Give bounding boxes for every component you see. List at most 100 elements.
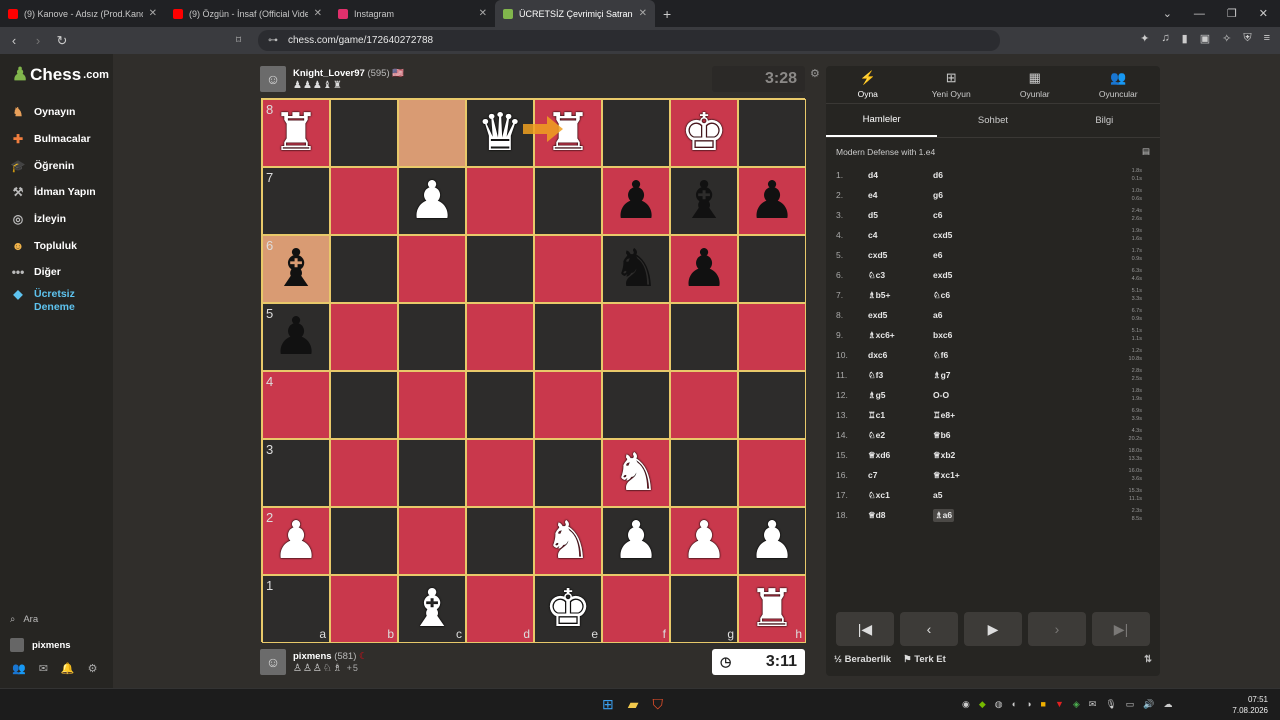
new-tab-button[interactable]: +	[655, 6, 679, 22]
board-square[interactable]: 4	[262, 371, 330, 439]
black-piece[interactable]: ♞	[613, 243, 660, 295]
notifications-icon[interactable]: 🔔	[61, 662, 75, 675]
last-move-button[interactable]: ▶|	[1092, 612, 1150, 646]
board-square[interactable]: ♟	[602, 507, 670, 575]
chess-logo[interactable]: ♟ Chess .com	[12, 64, 109, 85]
white-move[interactable]: e4	[868, 190, 933, 200]
board-square[interactable]: ♟	[398, 167, 466, 235]
white-piece[interactable]: ♞	[613, 447, 660, 499]
board-square[interactable]	[534, 235, 602, 303]
black-move[interactable]: a5	[933, 490, 993, 500]
close-tab-icon[interactable]: ✕	[639, 8, 647, 19]
white-piece[interactable]: ♜	[545, 107, 592, 159]
next-move-button[interactable]: ›	[1028, 612, 1086, 646]
board-square[interactable]	[398, 439, 466, 507]
board-square[interactable]: ♟	[670, 235, 738, 303]
white-piece[interactable]: ♜	[749, 583, 796, 635]
white-piece[interactable]: ♟	[273, 515, 320, 567]
white-piece[interactable]: ♟	[749, 515, 796, 567]
panel-tab[interactable]: 👥 Oyuncular	[1077, 66, 1161, 103]
white-piece[interactable]: ♚	[681, 107, 728, 159]
black-move[interactable]: a6	[933, 310, 993, 320]
board-square[interactable]: ♟	[602, 167, 670, 235]
white-move[interactable]: d5	[868, 210, 933, 220]
white-move[interactable]: c7	[868, 470, 933, 480]
black-move[interactable]: exd5	[933, 270, 993, 280]
ai-icon[interactable]: ✧	[1222, 32, 1231, 45]
board-square[interactable]	[670, 303, 738, 371]
board-square[interactable]	[398, 303, 466, 371]
brave-browser-icon[interactable]: ⛉	[653, 696, 664, 713]
board-square[interactable]: ♟	[738, 167, 806, 235]
black-move[interactable]: ♖e8+	[933, 410, 993, 421]
back-icon[interactable]: ‹	[4, 33, 24, 48]
copy-pgn-icon[interactable]: ▤	[1142, 146, 1150, 157]
menu-icon[interactable]: ≡	[1264, 32, 1270, 45]
board-square[interactable]	[466, 371, 534, 439]
close-window-icon[interactable]: ✕	[1259, 7, 1268, 20]
top-player-name[interactable]: Knight_Lover97	[293, 68, 365, 79]
board-square[interactable]	[466, 167, 534, 235]
board-square[interactable]: f	[602, 575, 670, 643]
white-move[interactable]: ♖c1	[868, 410, 933, 421]
board-square[interactable]: g	[670, 575, 738, 643]
board-square[interactable]	[534, 371, 602, 439]
board-square[interactable]: 8 ♜	[262, 99, 330, 167]
white-move[interactable]: ♘f3	[868, 370, 933, 381]
board-square[interactable]	[738, 235, 806, 303]
black-piece[interactable]: ♟	[749, 175, 796, 227]
board-square[interactable]: b	[330, 575, 398, 643]
board-square[interactable]: 6 ♝	[262, 235, 330, 303]
sidebar-item-play[interactable]: ♞ Oynayın	[10, 99, 96, 126]
browser-tab[interactable]: (9) Özgün - İnsaf (Official Video) ✕	[165, 0, 330, 27]
first-move-button[interactable]: |◀	[836, 612, 894, 646]
black-move[interactable]: bxc6	[933, 330, 993, 340]
tray-app-icon[interactable]: ▼	[1055, 699, 1064, 710]
flip-board-icon[interactable]: ⇅	[1144, 654, 1152, 665]
board-square[interactable]: ♝	[670, 167, 738, 235]
tray-app-icon[interactable]: ◑	[1026, 699, 1031, 710]
white-piece[interactable]: ♞	[545, 515, 592, 567]
white-move[interactable]: ♗xc6+	[868, 330, 933, 341]
white-piece[interactable]: ♛	[477, 107, 524, 159]
close-tab-icon[interactable]: ✕	[314, 8, 322, 19]
system-clock[interactable]: 07:51 7.08.2026	[1232, 694, 1268, 716]
board-square[interactable]: 7	[262, 167, 330, 235]
board-square[interactable]	[398, 507, 466, 575]
board-square[interactable]: 3	[262, 439, 330, 507]
tab-list-icon[interactable]: ⌄	[1163, 7, 1172, 20]
discord-icon[interactable]: ◐	[1012, 699, 1017, 710]
board-square[interactable]	[602, 371, 670, 439]
tray-app-icon[interactable]: ◉	[962, 699, 970, 710]
board-square[interactable]	[534, 303, 602, 371]
black-move[interactable]: c6	[933, 210, 993, 220]
black-move[interactable]: ♕b6	[933, 430, 993, 441]
panel-subtab[interactable]: Hamleler	[826, 104, 938, 137]
black-move[interactable]: O-O	[933, 390, 993, 400]
board-square[interactable]: ♜	[534, 99, 602, 167]
black-move[interactable]: ♗a6	[933, 508, 955, 522]
white-piece[interactable]: ♚	[545, 583, 592, 635]
white-piece[interactable]: ♟	[613, 515, 660, 567]
reload-icon[interactable]: ↻	[52, 33, 72, 49]
tray-app-icon[interactable]: ◍	[995, 699, 1003, 710]
browser-tab[interactable]: (9) Kanove - Adsız (Prod.Kanove) - Yo ✕	[0, 0, 165, 27]
opening-name[interactable]: Modern Defense with 1.e4	[836, 147, 935, 157]
black-move[interactable]: cxd5	[933, 230, 993, 240]
white-move[interactable]: ♘xc1	[868, 490, 933, 501]
white-move[interactable]: dxc6	[868, 350, 933, 360]
messages-icon[interactable]: ✉	[39, 662, 48, 675]
board-square[interactable]	[398, 235, 466, 303]
url-field[interactable]: ⌑ ⊶ chess.com/game/172640272788	[236, 30, 1000, 51]
sidebar-item-free-trial[interactable]: ◆ Ücretsiz Deneme	[10, 286, 96, 313]
sidebar-item-more[interactable]: ••• Diğer	[10, 259, 96, 286]
chess-board[interactable]: 8 ♜ ♛ ♜ ♚ 7 ♟ ♟ ♝ ♟ 6 ♝ ♞ ♟ 5 ♟ 4 3 ♞ 2 ♟ ♞ ♟ ♟ ♟ 1 a b c ♝ d e ♚ f g h ♜	[261, 98, 806, 643]
white-piece[interactable]: ♟	[681, 515, 728, 567]
tray-app-icon[interactable]: ■	[1041, 699, 1046, 710]
panel-tab[interactable]: ⊞ Yeni Oyun	[910, 66, 994, 103]
board-square[interactable]	[330, 439, 398, 507]
white-move[interactable]: exd5	[868, 310, 933, 320]
board-square[interactable]	[670, 371, 738, 439]
sidebar-icon[interactable]: ▮	[1182, 32, 1188, 45]
board-square[interactable]: ♟	[670, 507, 738, 575]
